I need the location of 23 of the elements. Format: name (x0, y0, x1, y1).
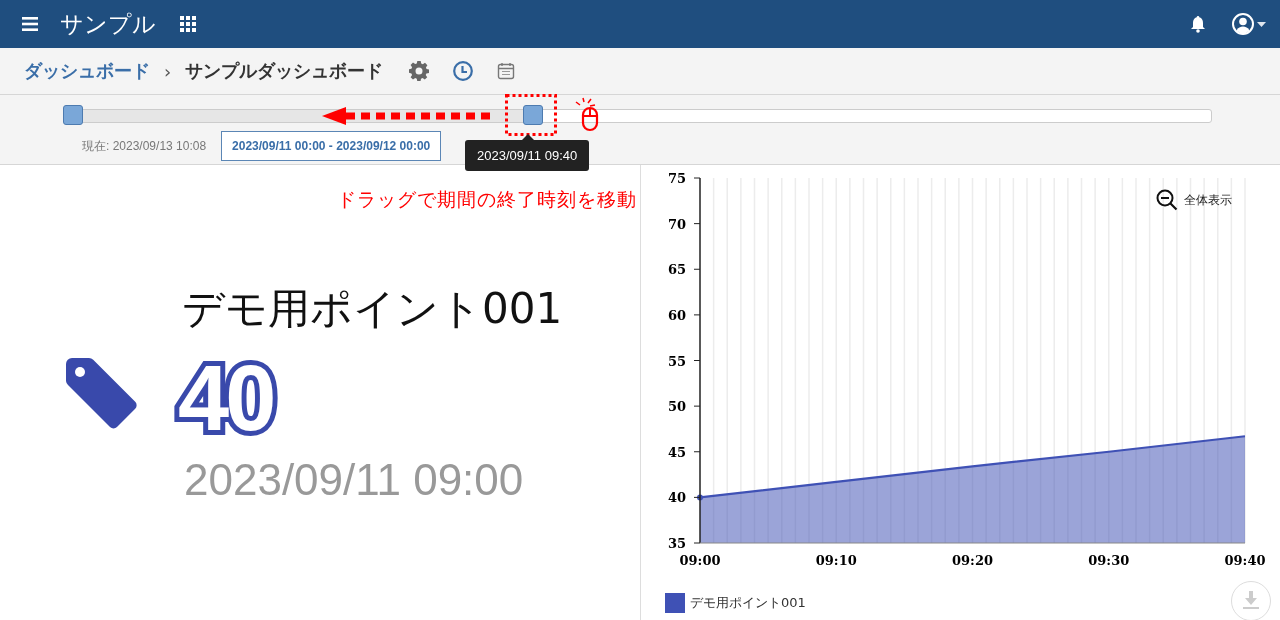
x-tick-label: 09:20 (952, 553, 993, 568)
y-tick-label: 75 (667, 171, 686, 186)
value-timestamp: 2023/09/11 09:00 (184, 455, 524, 505)
y-tick-label: 60 (667, 307, 686, 323)
x-tick-label: 09:40 (1224, 553, 1266, 568)
y-tick-label: 55 (667, 353, 686, 369)
annotation-text: ドラッグで期間の終了時刻を移動 (337, 187, 637, 212)
x-tick-label: 09:10 (815, 553, 857, 568)
chevron-separator: › (164, 60, 172, 82)
y-tick-label: 35 (667, 536, 686, 551)
y-tick-label: 50 (667, 399, 686, 415)
current-value: 40 (170, 342, 281, 456)
page-title: サンプルダッシュボード (185, 59, 384, 83)
y-tick-label: 70 (667, 216, 686, 232)
current-time: 現在: 2023/09/13 10:08 (82, 137, 207, 155)
point-name: デモ用ポイント001 (182, 283, 563, 335)
y-tick-label: 45 (667, 444, 686, 460)
x-tick-label: 09:00 (679, 553, 721, 568)
x-tick-label: 09:30 (1088, 553, 1130, 568)
y-tick-label: 65 (667, 262, 686, 278)
time-tooltip: 2023/09/11 09:40 (465, 140, 590, 171)
y-tick-label: 40 (667, 490, 686, 506)
app-title: サンプル (60, 9, 156, 39)
